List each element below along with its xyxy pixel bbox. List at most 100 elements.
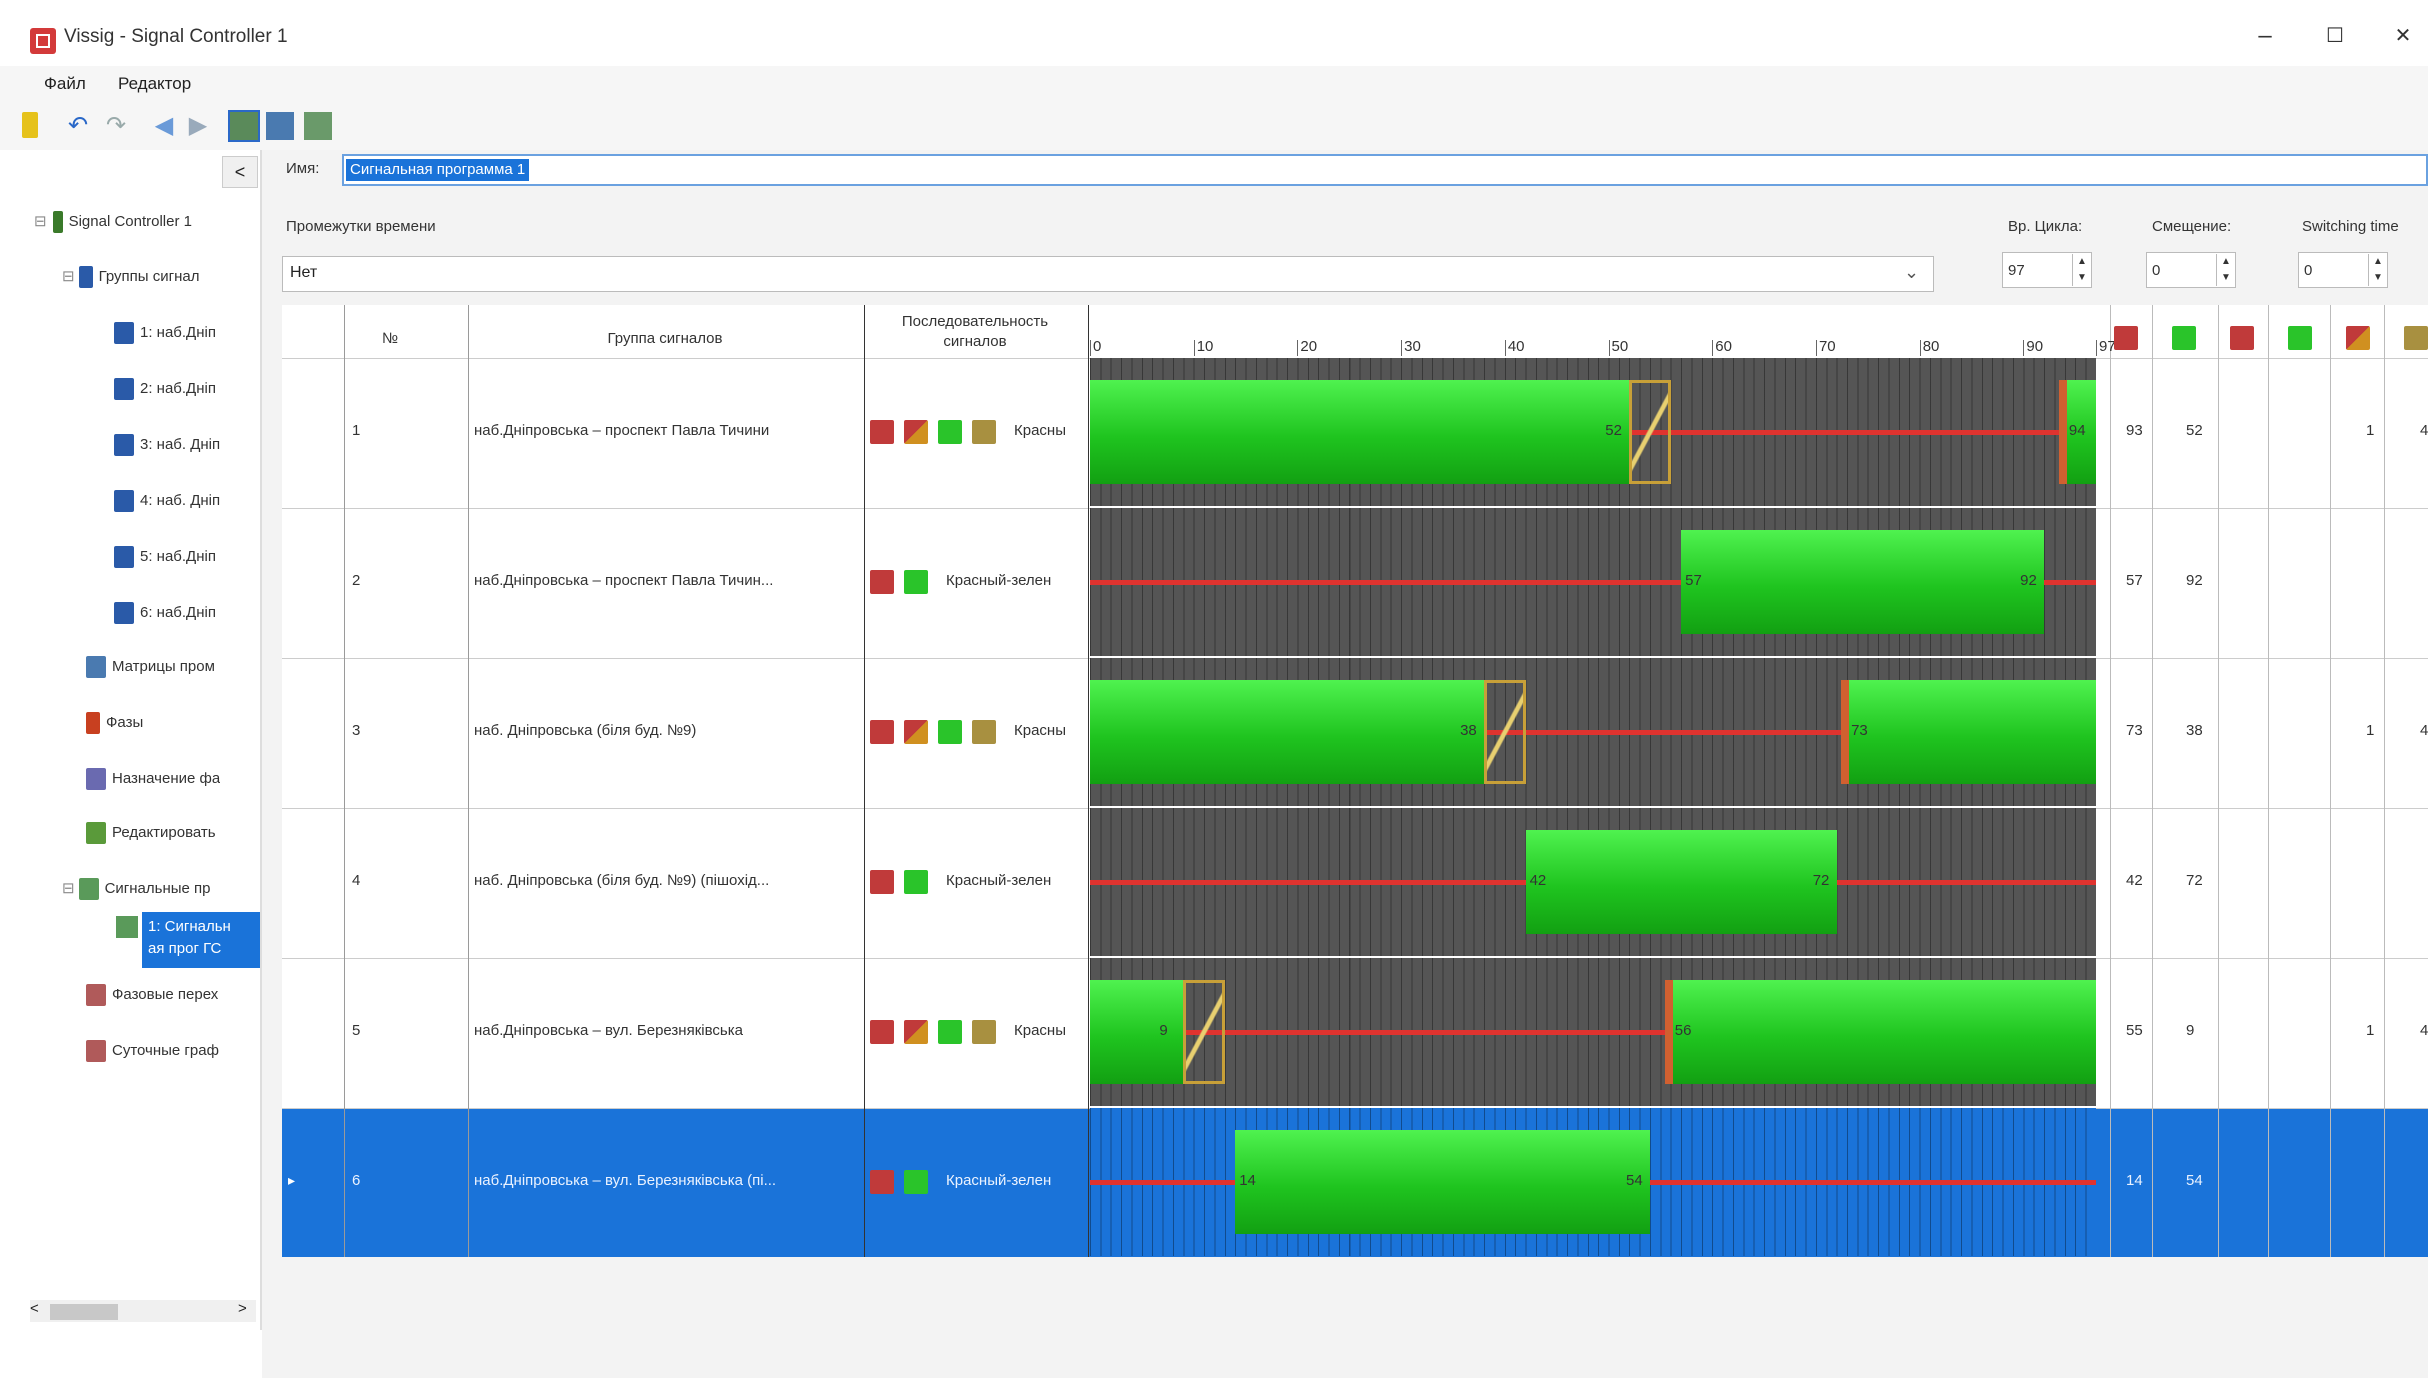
- assignment-icon: [86, 768, 106, 790]
- tree-group-5[interactable]: 5: наб.Дніп: [114, 546, 216, 572]
- green-end-value: 72: [2186, 872, 2203, 889]
- timeline-tick-label: 60: [1715, 338, 1732, 355]
- switching-time-spinner[interactable]: ▲ ▼: [2368, 254, 2387, 286]
- chevron-down-icon[interactable]: ⌄: [1904, 262, 1919, 283]
- minimize-button[interactable]: –: [2240, 16, 2290, 56]
- timeline-tick-label: 0: [1093, 338, 1102, 355]
- tree-edit[interactable]: Редактировать: [86, 822, 216, 848]
- row-number: 5: [352, 1022, 361, 1039]
- timeline-tick-label: 90: [2026, 338, 2044, 355]
- amber-interval-box[interactable]: [1484, 680, 1526, 784]
- red-signal-icon: [870, 1170, 894, 1194]
- amber-interval-box[interactable]: [1629, 380, 1671, 484]
- red-signal-icon: [870, 420, 894, 444]
- tree-phase-assignment[interactable]: Назначение фа: [86, 768, 220, 794]
- signal-group-name: наб. Дніпровська (біля буд. №9): [474, 722, 697, 739]
- grid-line: [2218, 305, 2219, 1257]
- timeline-tick-label: 20: [1300, 338, 1318, 355]
- switching-time-value: 0: [2304, 262, 2313, 279]
- save-icon[interactable]: [22, 112, 38, 138]
- grid-line: [864, 305, 865, 1257]
- tree-phases[interactable]: Фазы: [86, 712, 143, 738]
- cycle-value: 97: [2008, 262, 2025, 279]
- close-button[interactable]: ✕: [2378, 16, 2428, 56]
- green-signal-icon: [938, 420, 962, 444]
- green-interval-bar[interactable]: [1235, 1130, 1651, 1234]
- scroll-right-icon[interactable]: >: [238, 1300, 247, 1317]
- grid-line: [2152, 305, 2153, 1257]
- amber-duration-value: 4: [2420, 1022, 2428, 1039]
- amber-interval-box[interactable]: [1183, 980, 1225, 1084]
- menu-file[interactable]: Файл: [44, 74, 86, 94]
- cycle-label: Вр. Цикла:: [2008, 218, 2083, 235]
- green-interval-bar[interactable]: [1090, 980, 1184, 1084]
- grid-line: [344, 305, 345, 1257]
- cycle-spinner[interactable]: ▲ ▼: [2072, 254, 2091, 286]
- tree-signal-groups[interactable]: ⊟ Группы сигнал: [62, 266, 199, 292]
- signal-group-name: наб.Дніпровська – вул. Березняківська: [474, 1022, 743, 1039]
- forward-icon[interactable]: ▶: [182, 110, 214, 142]
- tree-root[interactable]: ⊟ Signal Controller 1: [34, 211, 192, 237]
- green-interval-bar[interactable]: [1090, 680, 1485, 784]
- controller-icon: [52, 211, 63, 233]
- offset-spinner[interactable]: ▲ ▼: [2216, 254, 2235, 286]
- maximize-button[interactable]: ☐: [2310, 16, 2360, 56]
- interval-boundary-label: 56: [1674, 1022, 1692, 1039]
- tree-group-3[interactable]: 3: наб. Дніп: [114, 434, 220, 460]
- signal-sequence-name: Красный-зелен: [946, 572, 1052, 589]
- green-interval-bar[interactable]: [1670, 980, 2096, 1084]
- green-start-value: 14: [2126, 1172, 2143, 1189]
- signal-groups-icon: [78, 266, 93, 288]
- tree-daily-schedule[interactable]: Суточные граф: [86, 1040, 219, 1066]
- name-input[interactable]: [342, 154, 2428, 186]
- green-interval-bar[interactable]: [1847, 680, 2096, 784]
- green-end-value: 54: [2186, 1172, 2203, 1189]
- redo-icon[interactable]: ↷: [100, 110, 132, 142]
- signal-group-name: наб.Дніпровська – вул. Березняківська (п…: [474, 1172, 777, 1189]
- tree-group-2[interactable]: 2: наб.Дніп: [114, 378, 216, 404]
- signal-group-icon: [114, 378, 134, 400]
- timeline-tick: [1504, 340, 1506, 356]
- tree-group-4[interactable]: 4: наб. Дніп: [114, 490, 220, 516]
- tree-phase-transitions[interactable]: Фазовые перех: [86, 984, 218, 1010]
- green-signal-icon: [904, 870, 928, 894]
- tree-group-6[interactable]: 6: наб.Дніп: [114, 602, 216, 628]
- offset-value: 0: [2152, 262, 2161, 279]
- undo-icon[interactable]: ↶: [62, 110, 94, 142]
- red-signal-icon: [2230, 326, 2254, 350]
- tree-matrices[interactable]: Матрицы пром: [86, 656, 215, 682]
- grid-line: [1088, 305, 1089, 1257]
- amber-duration-value: 4: [2420, 722, 2428, 739]
- row-number: 1: [352, 422, 361, 439]
- time-periods-select[interactable]: [282, 256, 1934, 292]
- row-number: 2: [352, 572, 361, 589]
- back-icon[interactable]: ◀: [148, 110, 180, 142]
- menu-editor[interactable]: Редактор: [118, 74, 191, 94]
- tree-scroll-thumb[interactable]: [50, 1304, 118, 1320]
- column-header-num: №: [382, 330, 399, 347]
- grid-view-icon[interactable]: [228, 110, 260, 142]
- tree-signal-program-1[interactable]: 1: Сигнальн ая прог ГС: [142, 912, 260, 968]
- green-end-value: 9: [2186, 1022, 2195, 1039]
- timeline-tick: [1090, 340, 1091, 356]
- green-interval-bar[interactable]: [1525, 830, 1837, 934]
- tree-signal-programs[interactable]: ⊟ Сигнальные пр: [62, 878, 211, 904]
- red-amber-signal-icon: [2346, 326, 2370, 350]
- programs-icon: [78, 878, 99, 900]
- phases-icon: [86, 712, 100, 734]
- green-end-value: 92: [2186, 572, 2203, 589]
- green-interval-bar[interactable]: [1090, 380, 1630, 484]
- tree-group-1[interactable]: 1: наб.Дніп: [114, 322, 216, 348]
- grid-line: [2268, 305, 2269, 1257]
- interval-boundary-label: 72: [1812, 872, 1830, 889]
- green-signal-icon: [938, 720, 962, 744]
- signal-sequence-name: Красный-зелен: [946, 1172, 1052, 1189]
- offset-label: Смещение:: [2152, 218, 2232, 235]
- collapse-panel-button[interactable]: <: [222, 156, 258, 188]
- timeline-tick: [1401, 340, 1403, 356]
- chart-view-icon[interactable]: [304, 112, 332, 140]
- green-interval-bar[interactable]: [1681, 530, 2045, 634]
- scroll-left-icon[interactable]: <: [30, 1300, 39, 1317]
- list-view-icon[interactable]: [266, 112, 294, 140]
- green-end-value: 38: [2186, 722, 2203, 739]
